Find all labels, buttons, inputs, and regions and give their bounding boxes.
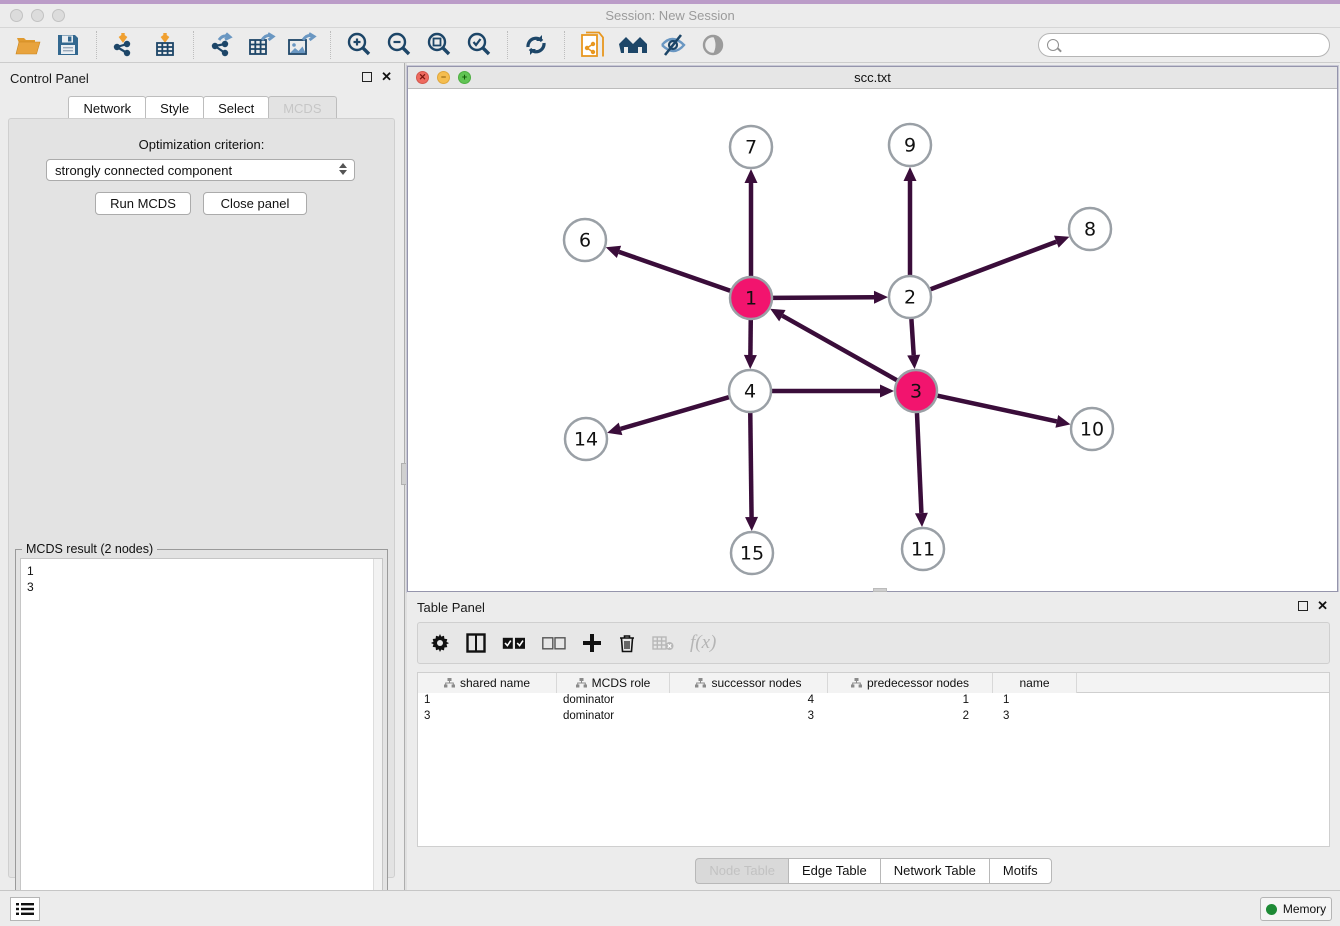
svg-text:1: 1	[745, 288, 757, 310]
save-session-icon[interactable]	[51, 30, 85, 60]
zoom-out-icon[interactable]	[382, 30, 416, 60]
import-network-icon[interactable]	[108, 30, 142, 60]
table-panel-title: Table Panel	[417, 600, 485, 615]
tab-node-table[interactable]: Node Table	[695, 858, 788, 884]
zoom-fit-icon[interactable]	[422, 30, 456, 60]
node-table[interactable]: shared name MCDS role successor nodes pr…	[417, 672, 1330, 847]
deselect-all-rows-icon[interactable]	[542, 629, 566, 657]
svg-text:8: 8	[1084, 219, 1096, 241]
apply-layout-icon[interactable]	[519, 30, 553, 60]
search-box[interactable]	[1038, 33, 1330, 57]
svg-text:11: 11	[911, 539, 935, 561]
memory-label: Memory	[1283, 902, 1326, 916]
show-graphics-details-icon[interactable]	[696, 30, 730, 60]
svg-text:6: 6	[579, 230, 591, 252]
export-table-icon[interactable]	[245, 30, 279, 60]
import-table-icon[interactable]	[148, 30, 182, 60]
column-header-predecessor-nodes[interactable]: predecessor nodes	[828, 673, 993, 693]
control-panel: Control Panel ✕ Network Style Select MCD…	[0, 63, 404, 890]
select-all-rows-icon[interactable]	[502, 629, 526, 657]
mcds-result-box: MCDS result (2 nodes) 1 3	[15, 549, 388, 925]
new-network-icon[interactable]	[576, 30, 610, 60]
window-title: Session: New Session	[0, 8, 1340, 23]
table-row[interactable]: 1 dominator 4 1 1	[418, 693, 1329, 709]
criterion-value: strongly connected component	[55, 163, 232, 178]
svg-text:10: 10	[1080, 419, 1104, 441]
mcds-panel-body: Optimization criterion: strongly connect…	[8, 118, 395, 878]
float-panel-icon[interactable]	[362, 72, 372, 82]
svg-text:9: 9	[904, 135, 916, 157]
network-graph[interactable]: 7 9 6 8 1 2 4 3 10 14 15 11	[408, 89, 1337, 591]
optimization-criterion-label: Optimization criterion:	[9, 137, 394, 152]
memory-status-icon	[1266, 904, 1277, 915]
create-column-icon[interactable]	[582, 629, 602, 657]
tab-motifs[interactable]: Motifs	[989, 858, 1052, 884]
open-session-icon[interactable]	[11, 30, 45, 60]
task-history-button[interactable]	[10, 897, 40, 921]
result-scrollbar[interactable]	[373, 559, 382, 919]
table-tabs: Node Table Edge Table Network Table Moti…	[407, 858, 1340, 884]
titlebar: Session: New Session	[0, 4, 1340, 28]
svg-text:15: 15	[740, 543, 764, 565]
table-header-row: shared name MCDS role successor nodes pr…	[418, 673, 1329, 693]
export-image-icon[interactable]	[285, 30, 319, 60]
export-network-icon[interactable]	[205, 30, 239, 60]
table-row[interactable]: 3 dominator 3 2 3	[418, 709, 1329, 725]
search-icon	[1047, 39, 1059, 51]
svg-text:7: 7	[745, 137, 757, 159]
column-header-name[interactable]: name	[993, 673, 1077, 693]
close-panel-icon[interactable]: ✕	[381, 72, 392, 82]
mcds-result-title: MCDS result (2 nodes)	[22, 542, 157, 556]
run-mcds-button[interactable]: Run MCDS	[95, 192, 191, 215]
function-builder-icon[interactable]: f(x)	[690, 629, 716, 657]
column-header-successor-nodes[interactable]: successor nodes	[670, 673, 828, 693]
network-window-titlebar[interactable]: ✕ − + scc.txt	[408, 67, 1337, 89]
mcds-result-text[interactable]: 1 3	[20, 558, 383, 920]
delete-column-icon[interactable]	[618, 629, 636, 657]
dropdown-stepper-icon	[339, 163, 347, 175]
memory-button[interactable]: Memory	[1260, 897, 1332, 921]
column-header-shared-name[interactable]: shared name	[418, 673, 557, 693]
result-line: 1	[27, 563, 376, 579]
result-line: 3	[27, 579, 376, 595]
close-table-panel-icon[interactable]: ✕	[1317, 601, 1328, 611]
zoom-selected-icon[interactable]	[462, 30, 496, 60]
table-settings-gear-icon[interactable]	[430, 629, 450, 657]
main-toolbar	[0, 28, 1340, 63]
criterion-dropdown[interactable]: strongly connected component	[46, 159, 355, 181]
tab-network-table[interactable]: Network Table	[880, 858, 989, 884]
close-panel-button[interactable]: Close panel	[203, 192, 307, 215]
hide-selected-icon[interactable]	[656, 30, 690, 60]
network-window-title: scc.txt	[408, 70, 1337, 85]
application-window: Session: New Session	[0, 0, 1340, 926]
show-all-icon[interactable]	[616, 30, 650, 60]
svg-text:14: 14	[574, 429, 598, 451]
delete-table-icon[interactable]	[652, 629, 674, 657]
tab-edge-table[interactable]: Edge Table	[788, 858, 880, 884]
column-header-mcds-role[interactable]: MCDS role	[557, 673, 670, 693]
zoom-in-icon[interactable]	[342, 30, 376, 60]
svg-text:4: 4	[744, 381, 756, 403]
network-view-window: ✕ − + scc.txt 7 9 6 8 1 2 4 3 10 14 15 11	[407, 66, 1338, 592]
table-toolbar: f(x)	[417, 622, 1330, 664]
svg-text:3: 3	[910, 381, 922, 403]
show-columns-icon[interactable]	[466, 629, 486, 657]
control-panel-title: Control Panel	[10, 71, 394, 89]
list-icon	[16, 902, 34, 916]
search-input[interactable]	[1059, 35, 1329, 55]
status-bar: Memory	[0, 890, 1340, 926]
float-table-panel-icon[interactable]	[1298, 601, 1308, 611]
svg-text:2: 2	[904, 287, 916, 309]
table-panel: Table Panel ✕	[407, 592, 1340, 890]
